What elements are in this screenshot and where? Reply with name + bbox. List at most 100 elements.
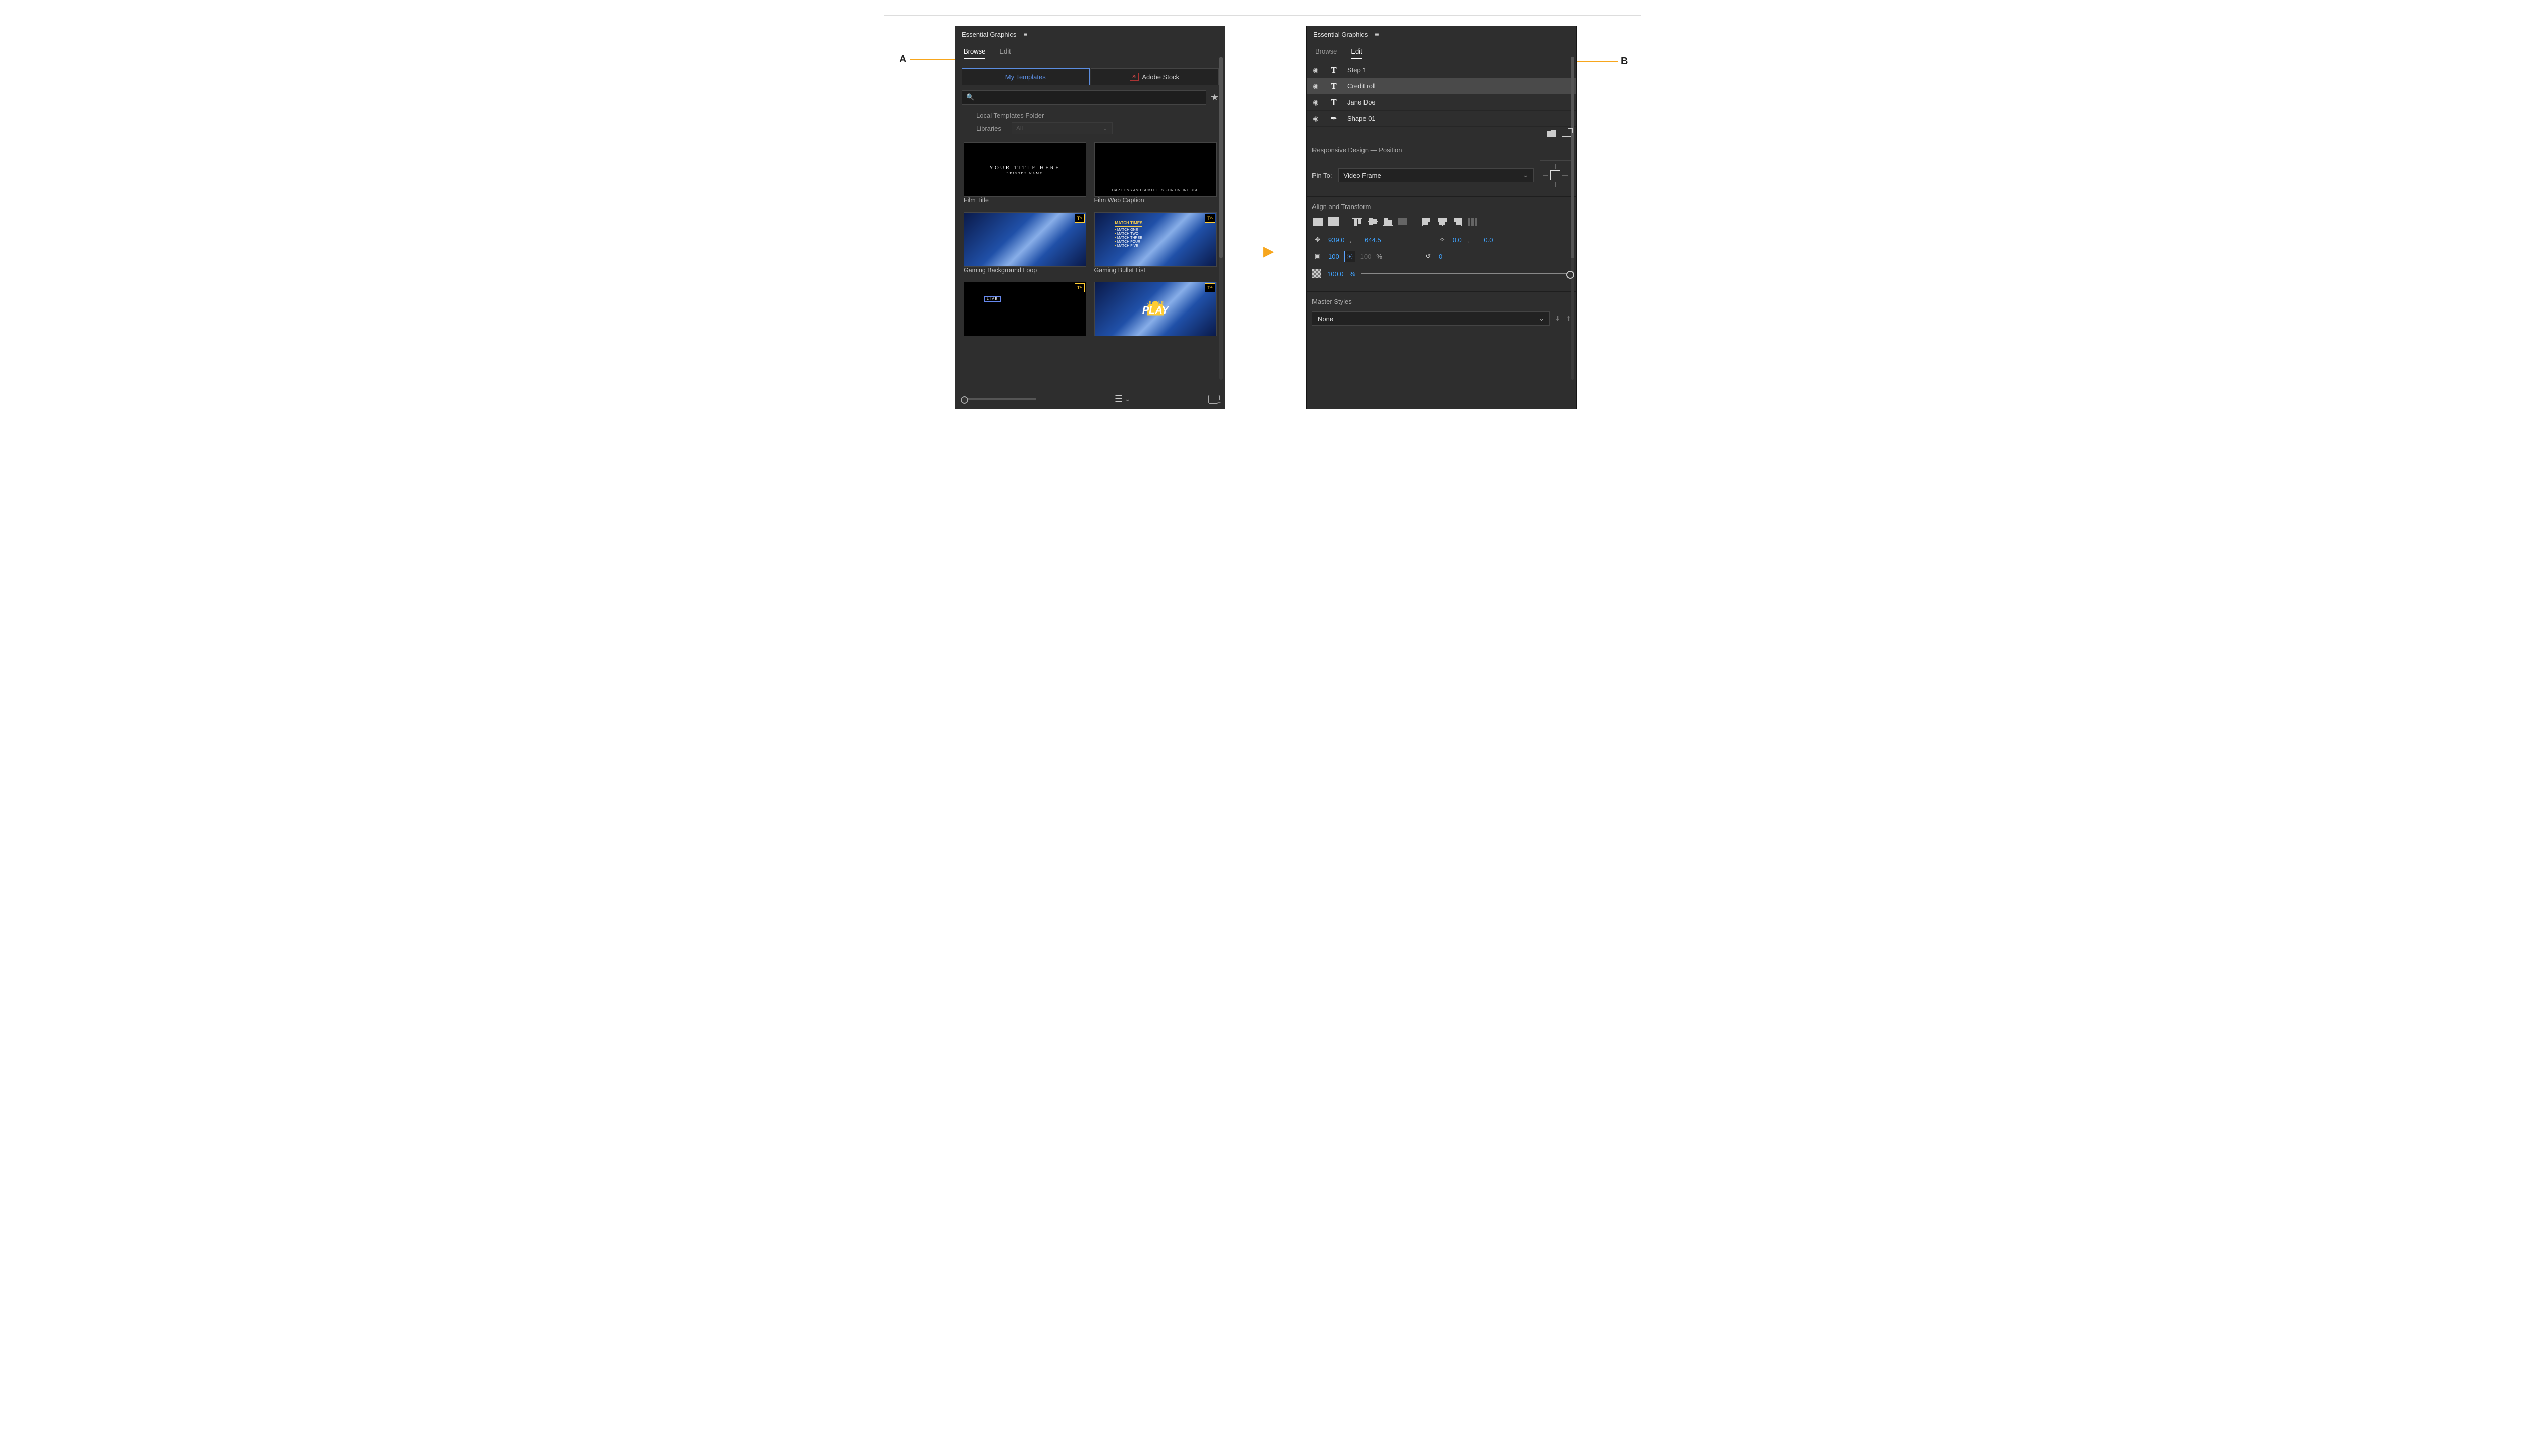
- sort-icon: ☰: [1115, 394, 1123, 404]
- thumb-bullet: MATCH FOUR: [1115, 240, 1143, 244]
- template-thumb-gaming-bullet-list[interactable]: TA MATCH TIMES MATCH ONE MATCH TWO MATCH…: [1094, 212, 1217, 267]
- search-input[interactable]: 🔍: [962, 90, 1206, 105]
- thumb-bullet: MATCH ONE: [1115, 228, 1143, 232]
- layer-row[interactable]: ◉ T Step 1: [1307, 62, 1576, 78]
- libraries-dropdown[interactable]: All: [1012, 122, 1113, 134]
- pin-to-label: Pin To:: [1312, 172, 1332, 179]
- thumb-play-small: LEAGUE: [1147, 301, 1164, 305]
- align-to-frame-icon[interactable]: [1327, 217, 1339, 227]
- chevron-down-icon: ⌄: [1125, 395, 1130, 403]
- position-x[interactable]: 939.0: [1328, 236, 1345, 244]
- template-label: Gaming Background Loop: [964, 267, 1086, 274]
- panel-title: Essential Graphics: [962, 31, 1016, 38]
- opacity-value[interactable]: 100.0: [1327, 270, 1344, 278]
- section-title: Align and Transform: [1312, 203, 1571, 211]
- new-item-button[interactable]: [1208, 395, 1220, 404]
- pin-to-dropdown[interactable]: Video Frame: [1338, 168, 1534, 182]
- essential-graphics-panel-edit: Essential Graphics ≡ Browse Edit ◉ T Ste…: [1306, 26, 1577, 409]
- thumb-bullet: MATCH TWO: [1115, 232, 1143, 236]
- visibility-eye-icon[interactable]: ◉: [1311, 115, 1320, 123]
- distribute-vertical-icon: [1397, 217, 1409, 227]
- segment-my-templates[interactable]: My Templates: [962, 68, 1090, 85]
- layer-name: Shape 01: [1347, 115, 1376, 122]
- align-hcenter-icon[interactable]: [1436, 217, 1448, 227]
- align-right-icon[interactable]: [1451, 217, 1463, 227]
- align-top-icon[interactable]: [1351, 217, 1364, 227]
- responsive-design-section: Responsive Design — Position Pin To: Vid…: [1307, 140, 1576, 196]
- arrow-right-icon: ▶: [1263, 243, 1274, 259]
- template-thumb-film-web-caption[interactable]: CAPTIONS AND SUBTITLES FOR ONLINE USE: [1094, 142, 1217, 197]
- master-style-dropdown[interactable]: None: [1312, 311, 1550, 326]
- sort-menu[interactable]: ☰ ⌄: [1115, 394, 1130, 404]
- mogrt-badge-icon: TA: [1205, 283, 1215, 292]
- layer-row[interactable]: ◉ ✒ Shape 01: [1307, 111, 1576, 127]
- tab-browse[interactable]: Browse: [1315, 47, 1337, 59]
- thumb-bullet-header: MATCH TIMES: [1115, 221, 1143, 227]
- anchor-point-icon: ✧: [1437, 236, 1448, 244]
- comma: ,: [1350, 236, 1352, 244]
- thumbnail-size-slider[interactable]: [961, 398, 1036, 400]
- scrollbar[interactable]: [1571, 57, 1574, 380]
- panel-menu-icon[interactable]: ≡: [1023, 30, 1027, 38]
- panel-menu-icon[interactable]: ≡: [1375, 30, 1379, 38]
- segment-adobe-stock-label: Adobe Stock: [1142, 73, 1179, 81]
- distribute-horizontal-icon: [1467, 217, 1479, 227]
- callout-b-label: B: [1621, 56, 1628, 66]
- thumb-play-big: PLAY: [1142, 305, 1169, 317]
- favorites-star-icon[interactable]: ★: [1210, 92, 1219, 103]
- tab-browse[interactable]: Browse: [964, 47, 985, 59]
- master-styles-section: Master Styles None ⬇ ⬆: [1307, 291, 1576, 332]
- template-thumb-league-play[interactable]: TA LEAGUE PLAY: [1094, 282, 1217, 336]
- tab-edit[interactable]: Edit: [1351, 47, 1362, 59]
- align-vcenter-icon[interactable]: [1367, 217, 1379, 227]
- thumb-bullet: MATCH THREE: [1115, 236, 1143, 240]
- opacity-slider[interactable]: [1361, 273, 1571, 274]
- template-thumb-film-title[interactable]: YOUR TITLE HERE EPISODE NAME: [964, 142, 1086, 197]
- thumb-film-title-sub: EPISODE NAME: [989, 172, 1060, 175]
- align-bottom-icon[interactable]: [1382, 217, 1394, 227]
- template-thumb-live[interactable]: TA LIVE: [964, 282, 1086, 336]
- scale-lock-icon[interactable]: ⦿: [1344, 251, 1355, 262]
- scale-icon: ▣: [1312, 252, 1323, 261]
- scale-unit: %: [1376, 253, 1382, 261]
- pin-edges-widget[interactable]: [1540, 160, 1571, 190]
- mogrt-badge-icon: TA: [1075, 283, 1085, 292]
- align-transform-section: Align and Transform ✥ 939.0 , 644.5: [1307, 196, 1576, 291]
- visibility-eye-icon[interactable]: ◉: [1311, 98, 1320, 107]
- layer-row[interactable]: ◉ T Jane Doe: [1307, 94, 1576, 111]
- checkbox-libraries[interactable]: [964, 125, 971, 132]
- scrollbar[interactable]: [1219, 57, 1223, 380]
- rotate-value[interactable]: 0: [1439, 253, 1442, 261]
- scale-height: 100: [1360, 253, 1372, 261]
- checkbox-local-templates[interactable]: [964, 112, 971, 119]
- template-label: Film Title: [964, 197, 1086, 204]
- search-icon: 🔍: [966, 93, 974, 101]
- visibility-eye-icon[interactable]: ◉: [1311, 82, 1320, 90]
- segment-adobe-stock[interactable]: St Adobe Stock: [1091, 68, 1219, 85]
- thumb-live-text: LIVE: [984, 296, 1001, 302]
- align-left-icon[interactable]: [1421, 217, 1433, 227]
- expand-icon[interactable]: [1562, 130, 1571, 137]
- layer-name: Step 1: [1347, 66, 1367, 74]
- scale-width[interactable]: 100: [1328, 253, 1339, 261]
- rotate-icon: ↺: [1423, 252, 1434, 261]
- visibility-eye-icon[interactable]: ◉: [1311, 66, 1320, 74]
- position-icon: ✥: [1312, 236, 1323, 244]
- opacity-icon: [1312, 269, 1321, 278]
- position-y[interactable]: 644.5: [1365, 236, 1381, 244]
- template-thumb-gaming-bg-loop[interactable]: TA: [964, 212, 1086, 267]
- anchor-x[interactable]: 0.0: [1453, 236, 1462, 244]
- panel-title: Essential Graphics: [1313, 31, 1368, 38]
- tab-edit[interactable]: Edit: [999, 47, 1011, 59]
- templates-grid: YOUR TITLE HERE EPISODE NAME Film Title …: [962, 142, 1219, 336]
- push-down-icon[interactable]: ⬇: [1555, 315, 1560, 323]
- callout-a-label: A: [899, 54, 906, 64]
- layer-name: Credit roll: [1347, 82, 1376, 90]
- anchor-y[interactable]: 0.0: [1484, 236, 1493, 244]
- folder-icon[interactable]: [1547, 130, 1556, 137]
- opacity-unit: %: [1350, 270, 1356, 278]
- layer-name: Jane Doe: [1347, 98, 1376, 106]
- section-title: Responsive Design — Position: [1312, 146, 1571, 154]
- layer-row[interactable]: ◉ T Credit roll: [1307, 78, 1576, 94]
- align-to-selection-icon[interactable]: [1312, 217, 1324, 227]
